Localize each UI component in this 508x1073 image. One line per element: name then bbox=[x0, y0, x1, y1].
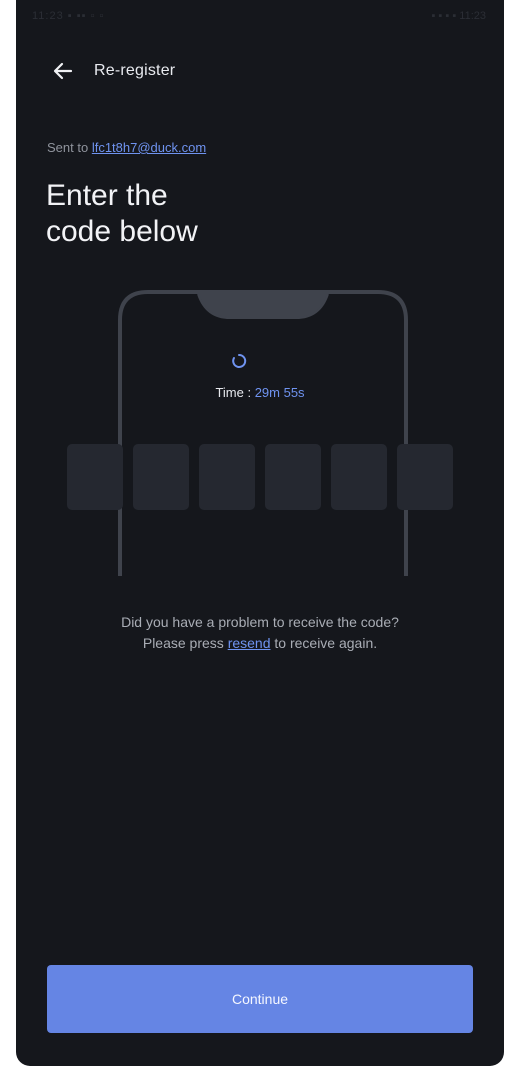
code-input-row bbox=[67, 444, 455, 510]
status-right: ▪ ▪ ▪ ▪ 11:23 bbox=[431, 10, 486, 22]
status-left: 11:23 ▪ ▪▪ ▫ ▫ bbox=[32, 10, 105, 22]
help-line-1: Did you have a problem to receive the co… bbox=[121, 614, 399, 630]
loading-spinner-icon bbox=[232, 353, 247, 368]
timer-value: 29m 55s bbox=[254, 385, 305, 400]
app-header: Re-register bbox=[50, 56, 175, 86]
page-title-line-1: Enter the bbox=[46, 179, 168, 212]
code-digit-input-4[interactable] bbox=[265, 444, 321, 510]
sent-to-prefix: Sent to bbox=[47, 140, 92, 155]
sent-to-line: Sent to lfc1t8h7@duck.com bbox=[47, 140, 206, 155]
status-bar: 11:23 ▪ ▪▪ ▫ ▫ ▪ ▪ ▪ ▪ 11:23 bbox=[16, 0, 504, 36]
sent-to-email-link[interactable]: lfc1t8h7@duck.com bbox=[92, 140, 206, 155]
arrow-left-icon[interactable] bbox=[50, 58, 76, 84]
code-digit-input-6[interactable] bbox=[397, 444, 453, 510]
resend-help-text: Did you have a problem to receive the co… bbox=[16, 612, 504, 654]
timer-label: Time : bbox=[215, 385, 255, 400]
phone-outline-illustration bbox=[118, 290, 408, 576]
code-digit-input-1[interactable] bbox=[67, 444, 123, 510]
continue-button-label: Continue bbox=[231, 991, 289, 1007]
app-screen: 11:23 ▪ ▪▪ ▫ ▫ ▪ ▪ ▪ ▪ 11:23 Re-register… bbox=[16, 0, 504, 1066]
code-digit-input-5[interactable] bbox=[331, 444, 387, 510]
help-line-2-suffix: to receive again. bbox=[270, 635, 378, 651]
header-title: Re-register bbox=[94, 62, 176, 79]
page-title-line-2: code below bbox=[46, 215, 198, 248]
resend-link[interactable]: resend bbox=[228, 635, 271, 651]
continue-button[interactable]: Continue bbox=[47, 965, 473, 1033]
code-digit-input-2[interactable] bbox=[133, 444, 189, 510]
timer: Time : 29m 55s bbox=[16, 385, 504, 400]
help-line-2-prefix: Please press bbox=[142, 635, 228, 651]
code-digit-input-3[interactable] bbox=[199, 444, 255, 510]
page-title: Enter the code below bbox=[46, 178, 446, 250]
